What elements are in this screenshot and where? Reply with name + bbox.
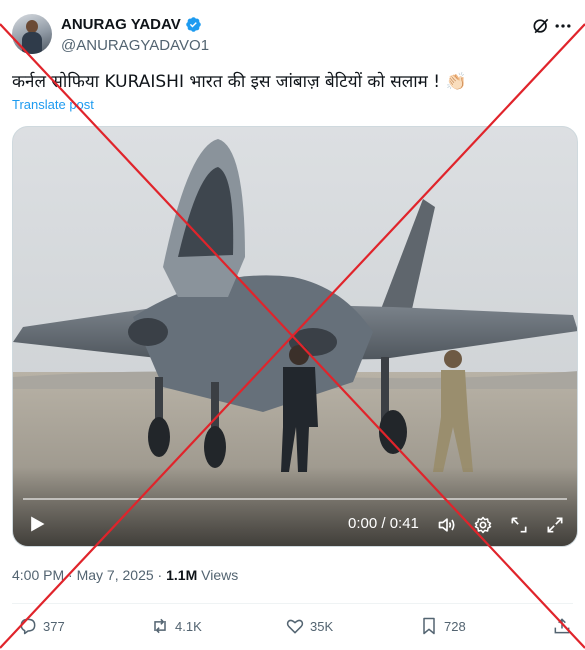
reply-count: 377 [43,618,65,634]
grok-icon[interactable] [531,16,551,36]
author-name-row[interactable]: ANURAG YADAV [61,16,202,33]
bookmark-icon [423,617,435,635]
video-controls: 0:00 / 0:41 [13,490,577,546]
video-progress-bar[interactable] [23,498,567,500]
popout-icon[interactable] [509,515,529,535]
views-count[interactable]: 1.1M [166,567,197,583]
play-icon[interactable] [27,514,47,534]
meta-separator-2: · [157,567,163,583]
video-player[interactable]: 0:00 / 0:41 [12,126,578,547]
share-icon [554,618,570,634]
post-text: कर्नल सोफिया KURAISHI भारत की इस जांबाज़… [12,72,467,92]
bookmark-count: 728 [444,618,466,634]
action-bar: 377 4.1K 35K 728 [12,612,573,642]
reply-button[interactable]: 377 [18,616,65,636]
volume-icon[interactable] [437,515,457,535]
video-frame-image [13,127,577,546]
like-count: 35K [310,618,334,634]
translate-post-link[interactable]: Translate post [12,97,94,112]
post-meta: 4:00 PM · May 7, 2025 · 1.1M Views [12,567,238,583]
share-button[interactable] [552,616,572,636]
divider [12,603,573,604]
settings-icon[interactable] [473,515,493,535]
bookmark-button[interactable]: 728 [419,616,466,636]
heart-icon [286,619,304,634]
avatar[interactable] [12,14,52,54]
post-header: ANURAG YADAV @ANURAGYADAVO1 [12,14,573,58]
reply-icon [20,618,36,635]
like-button[interactable]: 35K [285,616,333,636]
more-options-icon[interactable] [553,16,573,36]
repost-count: 4.1K [175,618,202,634]
video-time: 0:00 / 0:41 [348,515,419,532]
repost-icon [154,618,166,634]
views-label: Views [201,567,239,583]
post-date[interactable]: May 7, 2025 [77,567,154,583]
author-display-name[interactable]: ANURAG YADAV [61,16,181,33]
meta-separator: · [68,567,73,583]
verified-badge-icon [185,17,201,32]
fullscreen-icon[interactable] [545,515,565,535]
post-time[interactable]: 4:00 PM [12,567,64,583]
repost-button[interactable]: 4.1K [150,616,202,636]
author-handle[interactable]: @ANURAGYADAVO1 [61,37,209,54]
